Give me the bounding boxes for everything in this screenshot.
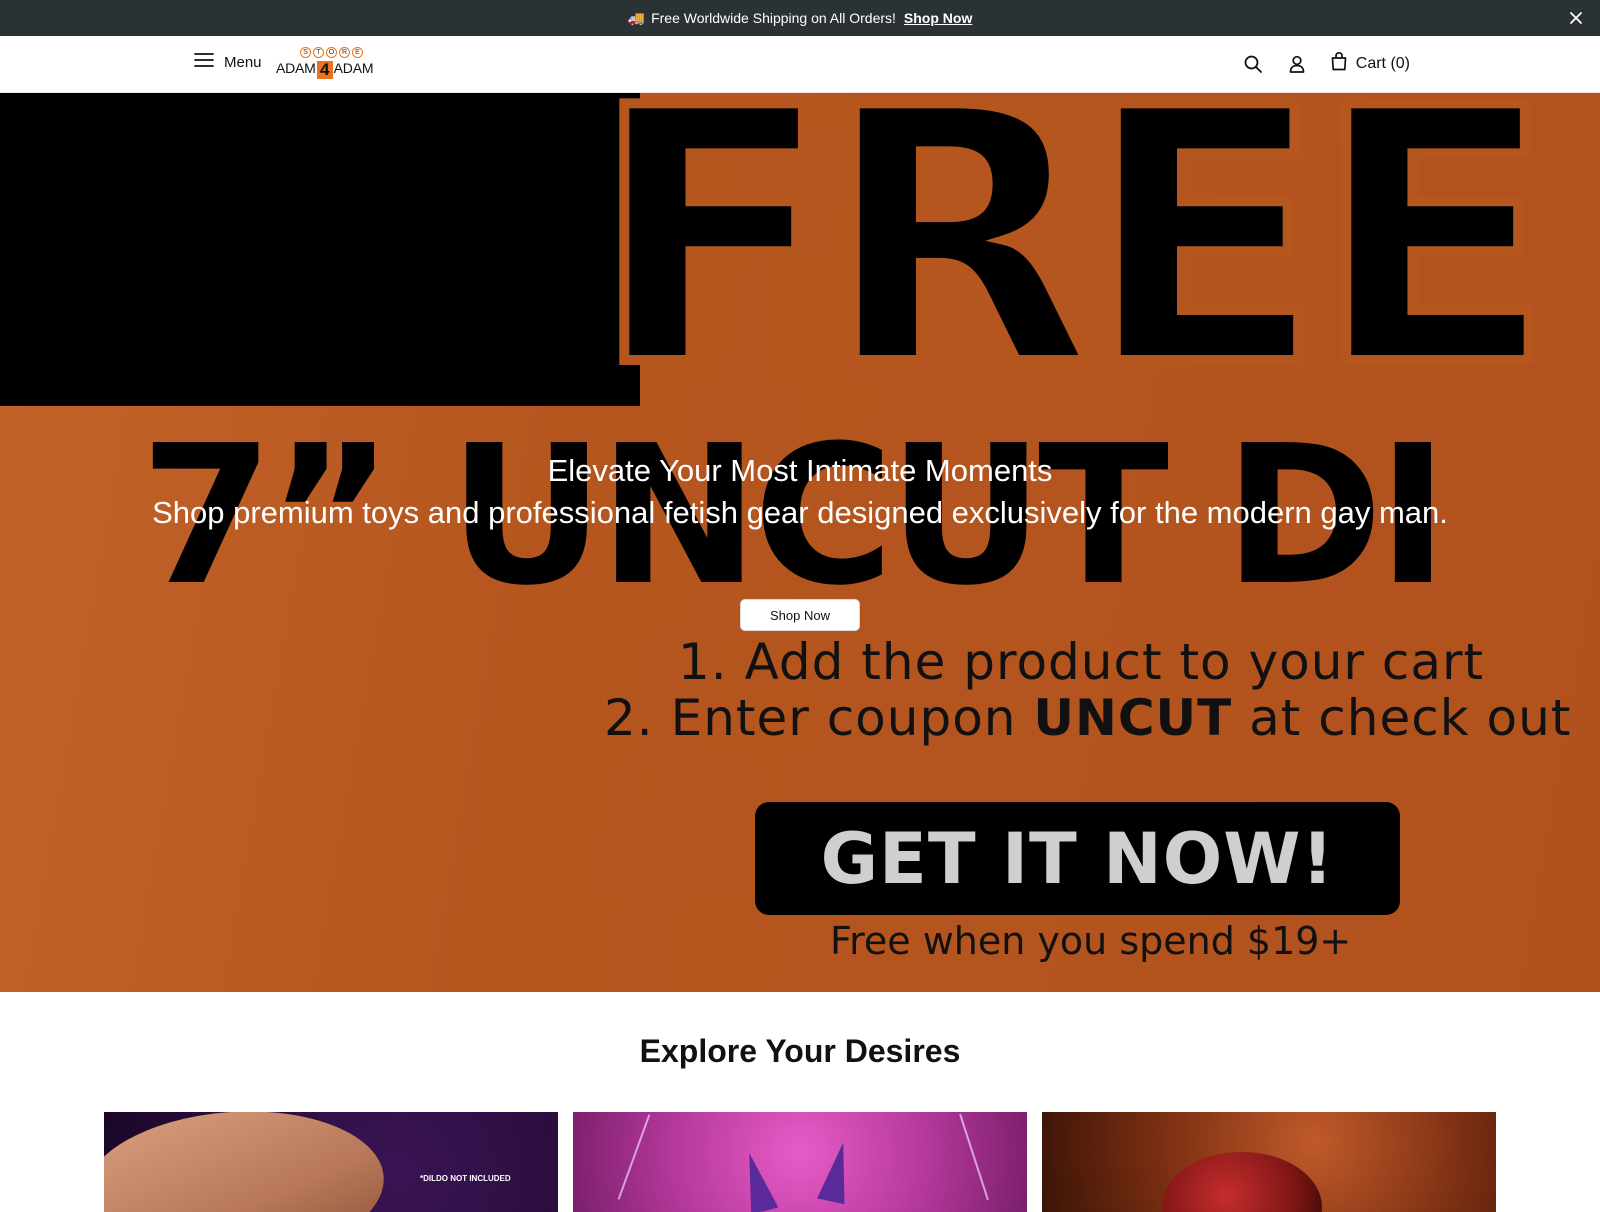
hamburger-icon <box>194 52 214 73</box>
lightning-decoration <box>959 1113 989 1201</box>
category-card[interactable] <box>1042 1112 1496 1212</box>
site-header: Menu STORE ADAM 4 ADAM Cart (0) <box>0 36 1600 93</box>
search-icon[interactable] <box>1242 53 1264 75</box>
announcement-message: Free Worldwide Shipping on All Orders! <box>651 10 896 26</box>
announcement-shop-now-link[interactable]: Shop Now <box>904 10 972 26</box>
menu-label: Menu <box>224 54 262 71</box>
header-actions: Cart (0) <box>1242 51 1410 76</box>
close-icon[interactable] <box>1566 8 1586 28</box>
hero-step-2: 2. Enter coupon UNCUT at check out <box>604 689 1572 747</box>
category-card[interactable]: *DILDO NOT INCLUDED <box>104 1112 558 1212</box>
category-image-product <box>1162 1152 1322 1212</box>
site-logo[interactable]: STORE ADAM 4 ADAM <box>276 47 384 81</box>
horn-shape <box>735 1149 779 1212</box>
hero-free-text: FREE <box>587 93 1559 444</box>
truck-icon: 🚚 <box>627 9 646 26</box>
hero-step-1: 1. Add the product to your cart <box>678 633 1485 691</box>
category-card[interactable] <box>573 1112 1027 1212</box>
lightning-decoration <box>1044 1112 1494 1144</box>
spend-note: Free when you spend $19+ <box>830 919 1352 963</box>
hero-banner[interactable]: FREE 7” UNCUT DI Elevate Your Most Intim… <box>0 93 1600 992</box>
announcement-bar: 🚚 Free Worldwide Shipping on All Orders!… <box>0 0 1600 36</box>
hero-subtitle: Shop premium toys and professional fetis… <box>152 495 1448 530</box>
lightning-decoration <box>617 1114 651 1200</box>
hero-title: Elevate Your Most Intimate Moments <box>547 453 1053 488</box>
get-it-now-badge: GET IT NOW! <box>755 802 1400 915</box>
cart-button[interactable]: Cart (0) <box>1330 51 1410 76</box>
logo-store-mark: STORE <box>300 47 363 58</box>
cart-label: Cart (0) <box>1355 54 1410 72</box>
horn-shape <box>817 1139 857 1205</box>
shopping-bag-icon <box>1330 51 1348 76</box>
explore-title: Explore Your Desires <box>639 1033 961 1069</box>
category-image-hand <box>104 1112 389 1212</box>
coupon-code: UNCUT <box>1033 689 1233 747</box>
logo-wordmark: ADAM 4 ADAM <box>276 60 374 79</box>
category-note: *DILDO NOT INCLUDED <box>420 1174 511 1183</box>
hero-shop-now-button[interactable]: Shop Now <box>740 599 860 631</box>
menu-button[interactable]: Menu <box>194 52 262 73</box>
account-icon[interactable] <box>1286 53 1308 75</box>
hero-black-block <box>0 93 640 406</box>
